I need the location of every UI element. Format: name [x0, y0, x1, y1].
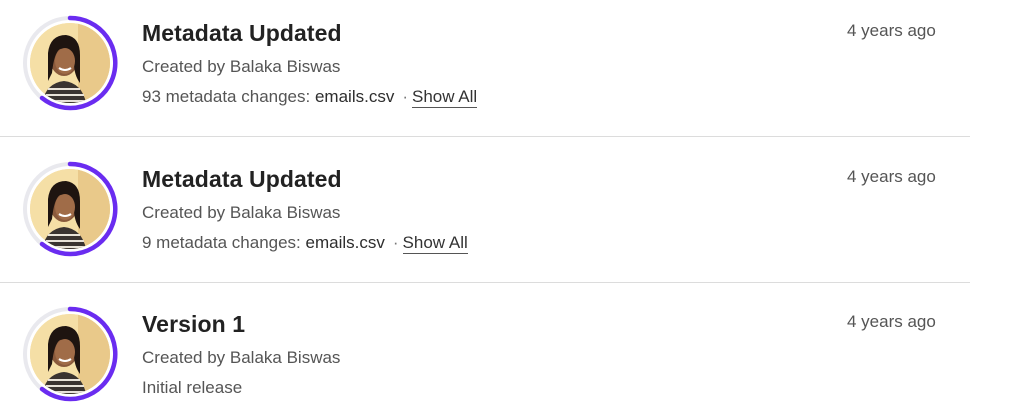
show-all-link[interactable]: Show All — [412, 87, 478, 108]
avatar[interactable] — [22, 161, 118, 257]
avatar-photo — [30, 169, 110, 249]
entry-details: 93 metadata changes: emails.csv · Show All — [142, 87, 478, 108]
entry-details: 9 metadata changes: emails.csv · Show All — [142, 233, 468, 254]
activity-entry: Metadata Updated Created by Balaka Biswa… — [0, 0, 970, 145]
changes-count: 9 metadata changes: — [142, 233, 306, 252]
activity-feed: Metadata Updated Created by Balaka Biswa… — [0, 0, 1011, 411]
entry-timestamp: 4 years ago — [847, 312, 936, 331]
divider — [0, 282, 970, 283]
entry-title: Metadata Updated — [142, 20, 342, 46]
user-avatar-icon — [30, 23, 110, 103]
entry-creator: Created by Balaka Biswas — [142, 348, 341, 367]
avatar[interactable] — [22, 306, 118, 402]
entry-title: Metadata Updated — [142, 166, 342, 192]
user-avatar-icon — [30, 169, 110, 249]
changes-count: 93 metadata changes: — [142, 87, 315, 106]
avatar-photo — [30, 314, 110, 394]
separator-dot: · — [392, 233, 399, 252]
entry-timestamp: 4 years ago — [847, 167, 936, 186]
file-name: emails.csv — [305, 233, 385, 252]
avatar[interactable] — [22, 15, 118, 111]
file-name: emails.csv — [314, 87, 395, 106]
divider — [0, 136, 970, 137]
entry-description: Initial release — [142, 378, 243, 397]
entry-creator: Created by Balaka Biswas — [142, 57, 341, 76]
entry-timestamp: 4 years ago — [847, 21, 936, 40]
entry-creator: Created by Balaka Biswas — [142, 203, 341, 222]
show-all-link[interactable]: Show All — [402, 233, 468, 254]
entry-title: Version 1 — [142, 311, 246, 337]
activity-entry: Metadata Updated Created by Balaka Biswa… — [0, 146, 970, 291]
separator-dot: · — [402, 87, 408, 106]
user-avatar-icon — [30, 314, 110, 394]
avatar-photo — [30, 23, 110, 103]
activity-entry: Version 1 Created by Balaka Biswas Initi… — [0, 291, 970, 411]
